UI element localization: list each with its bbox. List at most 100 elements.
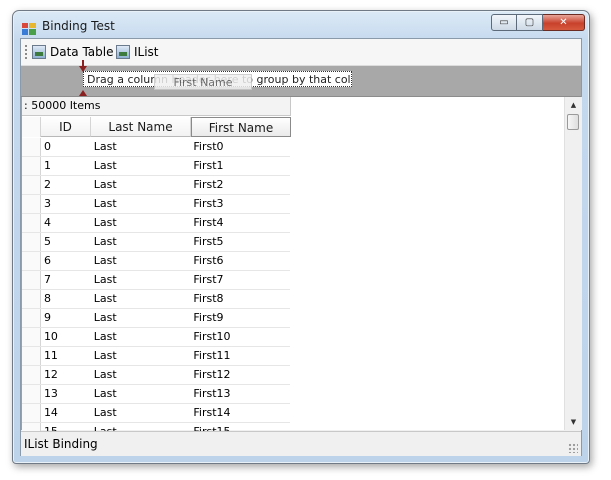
row-header[interactable] — [22, 138, 41, 156]
table-row[interactable]: 1 Last First1 — [22, 157, 290, 176]
cell-id[interactable]: 0 — [41, 138, 91, 156]
cell-id[interactable]: 5 — [41, 233, 91, 251]
cell-last-name[interactable]: Last — [91, 195, 191, 213]
cell-id[interactable]: 7 — [41, 271, 91, 289]
row-header[interactable] — [22, 252, 41, 270]
row-header[interactable] — [22, 290, 41, 308]
resize-grip-icon[interactable] — [568, 443, 578, 453]
cell-last-name[interactable]: Last — [91, 347, 191, 365]
table-row[interactable]: 7 Last First7 — [22, 271, 290, 290]
cell-last-name[interactable]: Last — [91, 233, 191, 251]
cell-id[interactable]: 2 — [41, 176, 91, 194]
data-grid[interactable]: : 50000 Items ID Last Name First Name 0L… — [21, 97, 565, 442]
group-by-panel[interactable]: Drag a column header here to group by th… — [21, 60, 581, 97]
cell-id[interactable]: 3 — [41, 195, 91, 213]
item-count-summary: : 50000 Items — [22, 97, 291, 116]
cell-last-name[interactable]: Last — [91, 290, 191, 308]
cell-id[interactable]: 8 — [41, 290, 91, 308]
scroll-up-icon[interactable]: ▲ — [565, 97, 582, 113]
cell-id[interactable]: 4 — [41, 214, 91, 232]
table-row[interactable]: 11 Last First11 — [22, 347, 290, 366]
cell-last-name[interactable]: Last — [91, 157, 191, 175]
row-header[interactable] — [22, 366, 41, 384]
row-header[interactable] — [22, 309, 41, 327]
table-row[interactable]: 14 Last First14 — [22, 404, 290, 423]
cell-last-name[interactable]: Last — [91, 138, 191, 156]
row-header[interactable] — [22, 233, 41, 251]
cell-first-name[interactable]: First1 — [190, 157, 290, 175]
table-row[interactable]: 12 Last First12 — [22, 366, 290, 385]
cell-id[interactable]: 11 — [41, 347, 91, 365]
cell-first-name[interactable]: First11 — [190, 347, 290, 365]
table-row[interactable]: 10 Last First10 — [22, 328, 290, 347]
table-row[interactable]: 4 Last First4 — [22, 214, 290, 233]
data-table-label: Data Table — [50, 45, 114, 59]
cell-id[interactable]: 14 — [41, 404, 91, 422]
cell-last-name[interactable]: Last — [91, 214, 191, 232]
title-bar[interactable]: Binding Test ▭ ▢ ✕ — [13, 11, 589, 41]
row-header[interactable] — [22, 385, 41, 403]
scroll-down-icon[interactable]: ▼ — [565, 414, 582, 430]
cell-first-name[interactable]: First12 — [190, 366, 290, 384]
row-header[interactable] — [22, 404, 41, 422]
image-icon — [116, 45, 130, 59]
cell-first-name[interactable]: First3 — [190, 195, 290, 213]
cell-id[interactable]: 12 — [41, 366, 91, 384]
cell-first-name[interactable]: First6 — [190, 252, 290, 270]
cell-last-name[interactable]: Last — [91, 271, 191, 289]
table-row[interactable]: 13 Last First13 — [22, 385, 290, 404]
cell-first-name[interactable]: First14 — [190, 404, 290, 422]
cell-last-name[interactable]: Last — [91, 404, 191, 422]
cell-first-name[interactable]: First10 — [190, 328, 290, 346]
cell-first-name[interactable]: First4 — [190, 214, 290, 232]
image-icon — [32, 45, 46, 59]
data-table-button[interactable]: Data Table — [32, 43, 114, 61]
cell-last-name[interactable]: Last — [91, 309, 191, 327]
ilist-button[interactable]: IList — [116, 43, 159, 61]
column-header-last-name[interactable]: Last Name — [91, 117, 191, 137]
cell-first-name[interactable]: First9 — [190, 309, 290, 327]
cell-first-name[interactable]: First2 — [190, 176, 290, 194]
table-row[interactable]: 5 Last First5 — [22, 233, 290, 252]
table-row[interactable]: 8 Last First8 — [22, 290, 290, 309]
cell-last-name[interactable]: Last — [91, 328, 191, 346]
vertical-scrollbar[interactable]: ▲ ▼ — [564, 97, 582, 430]
toolbar-grip[interactable] — [25, 45, 27, 59]
ilist-label: IList — [134, 45, 159, 59]
row-header[interactable] — [22, 176, 41, 194]
cell-first-name[interactable]: First8 — [190, 290, 290, 308]
table-row[interactable]: 3 Last First3 — [22, 195, 290, 214]
cell-id[interactable]: 1 — [41, 157, 91, 175]
maximize-button[interactable]: ▢ — [517, 14, 543, 31]
table-row[interactable]: 9 Last First9 — [22, 309, 290, 328]
cell-id[interactable]: 10 — [41, 328, 91, 346]
row-header[interactable] — [22, 214, 41, 232]
table-row[interactable]: 0 Last First0 — [22, 138, 290, 157]
scroll-thumb[interactable] — [567, 114, 579, 130]
cell-id[interactable]: 6 — [41, 252, 91, 270]
cell-id[interactable]: 9 — [41, 309, 91, 327]
minimize-button[interactable]: ▭ — [491, 14, 517, 31]
row-header[interactable] — [22, 157, 41, 175]
cell-last-name[interactable]: Last — [91, 176, 191, 194]
cell-last-name[interactable]: Last — [91, 366, 191, 384]
cell-last-name[interactable]: Last — [91, 252, 191, 270]
row-header[interactable] — [22, 347, 41, 365]
dragged-column-header: First Name — [154, 74, 252, 90]
row-header[interactable] — [22, 195, 41, 213]
cell-first-name[interactable]: First5 — [190, 233, 290, 251]
cell-last-name[interactable]: Last — [91, 385, 191, 403]
cell-first-name[interactable]: First0 — [190, 138, 290, 156]
cell-first-name[interactable]: First7 — [190, 271, 290, 289]
row-header[interactable] — [22, 328, 41, 346]
table-row[interactable]: 2 Last First2 — [22, 176, 290, 195]
column-header-row: ID Last Name First Name — [22, 117, 291, 137]
column-header-first-name[interactable]: First Name — [191, 117, 291, 137]
table-row[interactable]: 6 Last First6 — [22, 252, 290, 271]
row-header[interactable] — [22, 271, 41, 289]
drop-indicator-up-icon — [79, 90, 87, 96]
column-header-id[interactable]: ID — [41, 117, 91, 137]
close-button[interactable]: ✕ — [543, 14, 585, 31]
cell-id[interactable]: 13 — [41, 385, 91, 403]
cell-first-name[interactable]: First13 — [190, 385, 290, 403]
